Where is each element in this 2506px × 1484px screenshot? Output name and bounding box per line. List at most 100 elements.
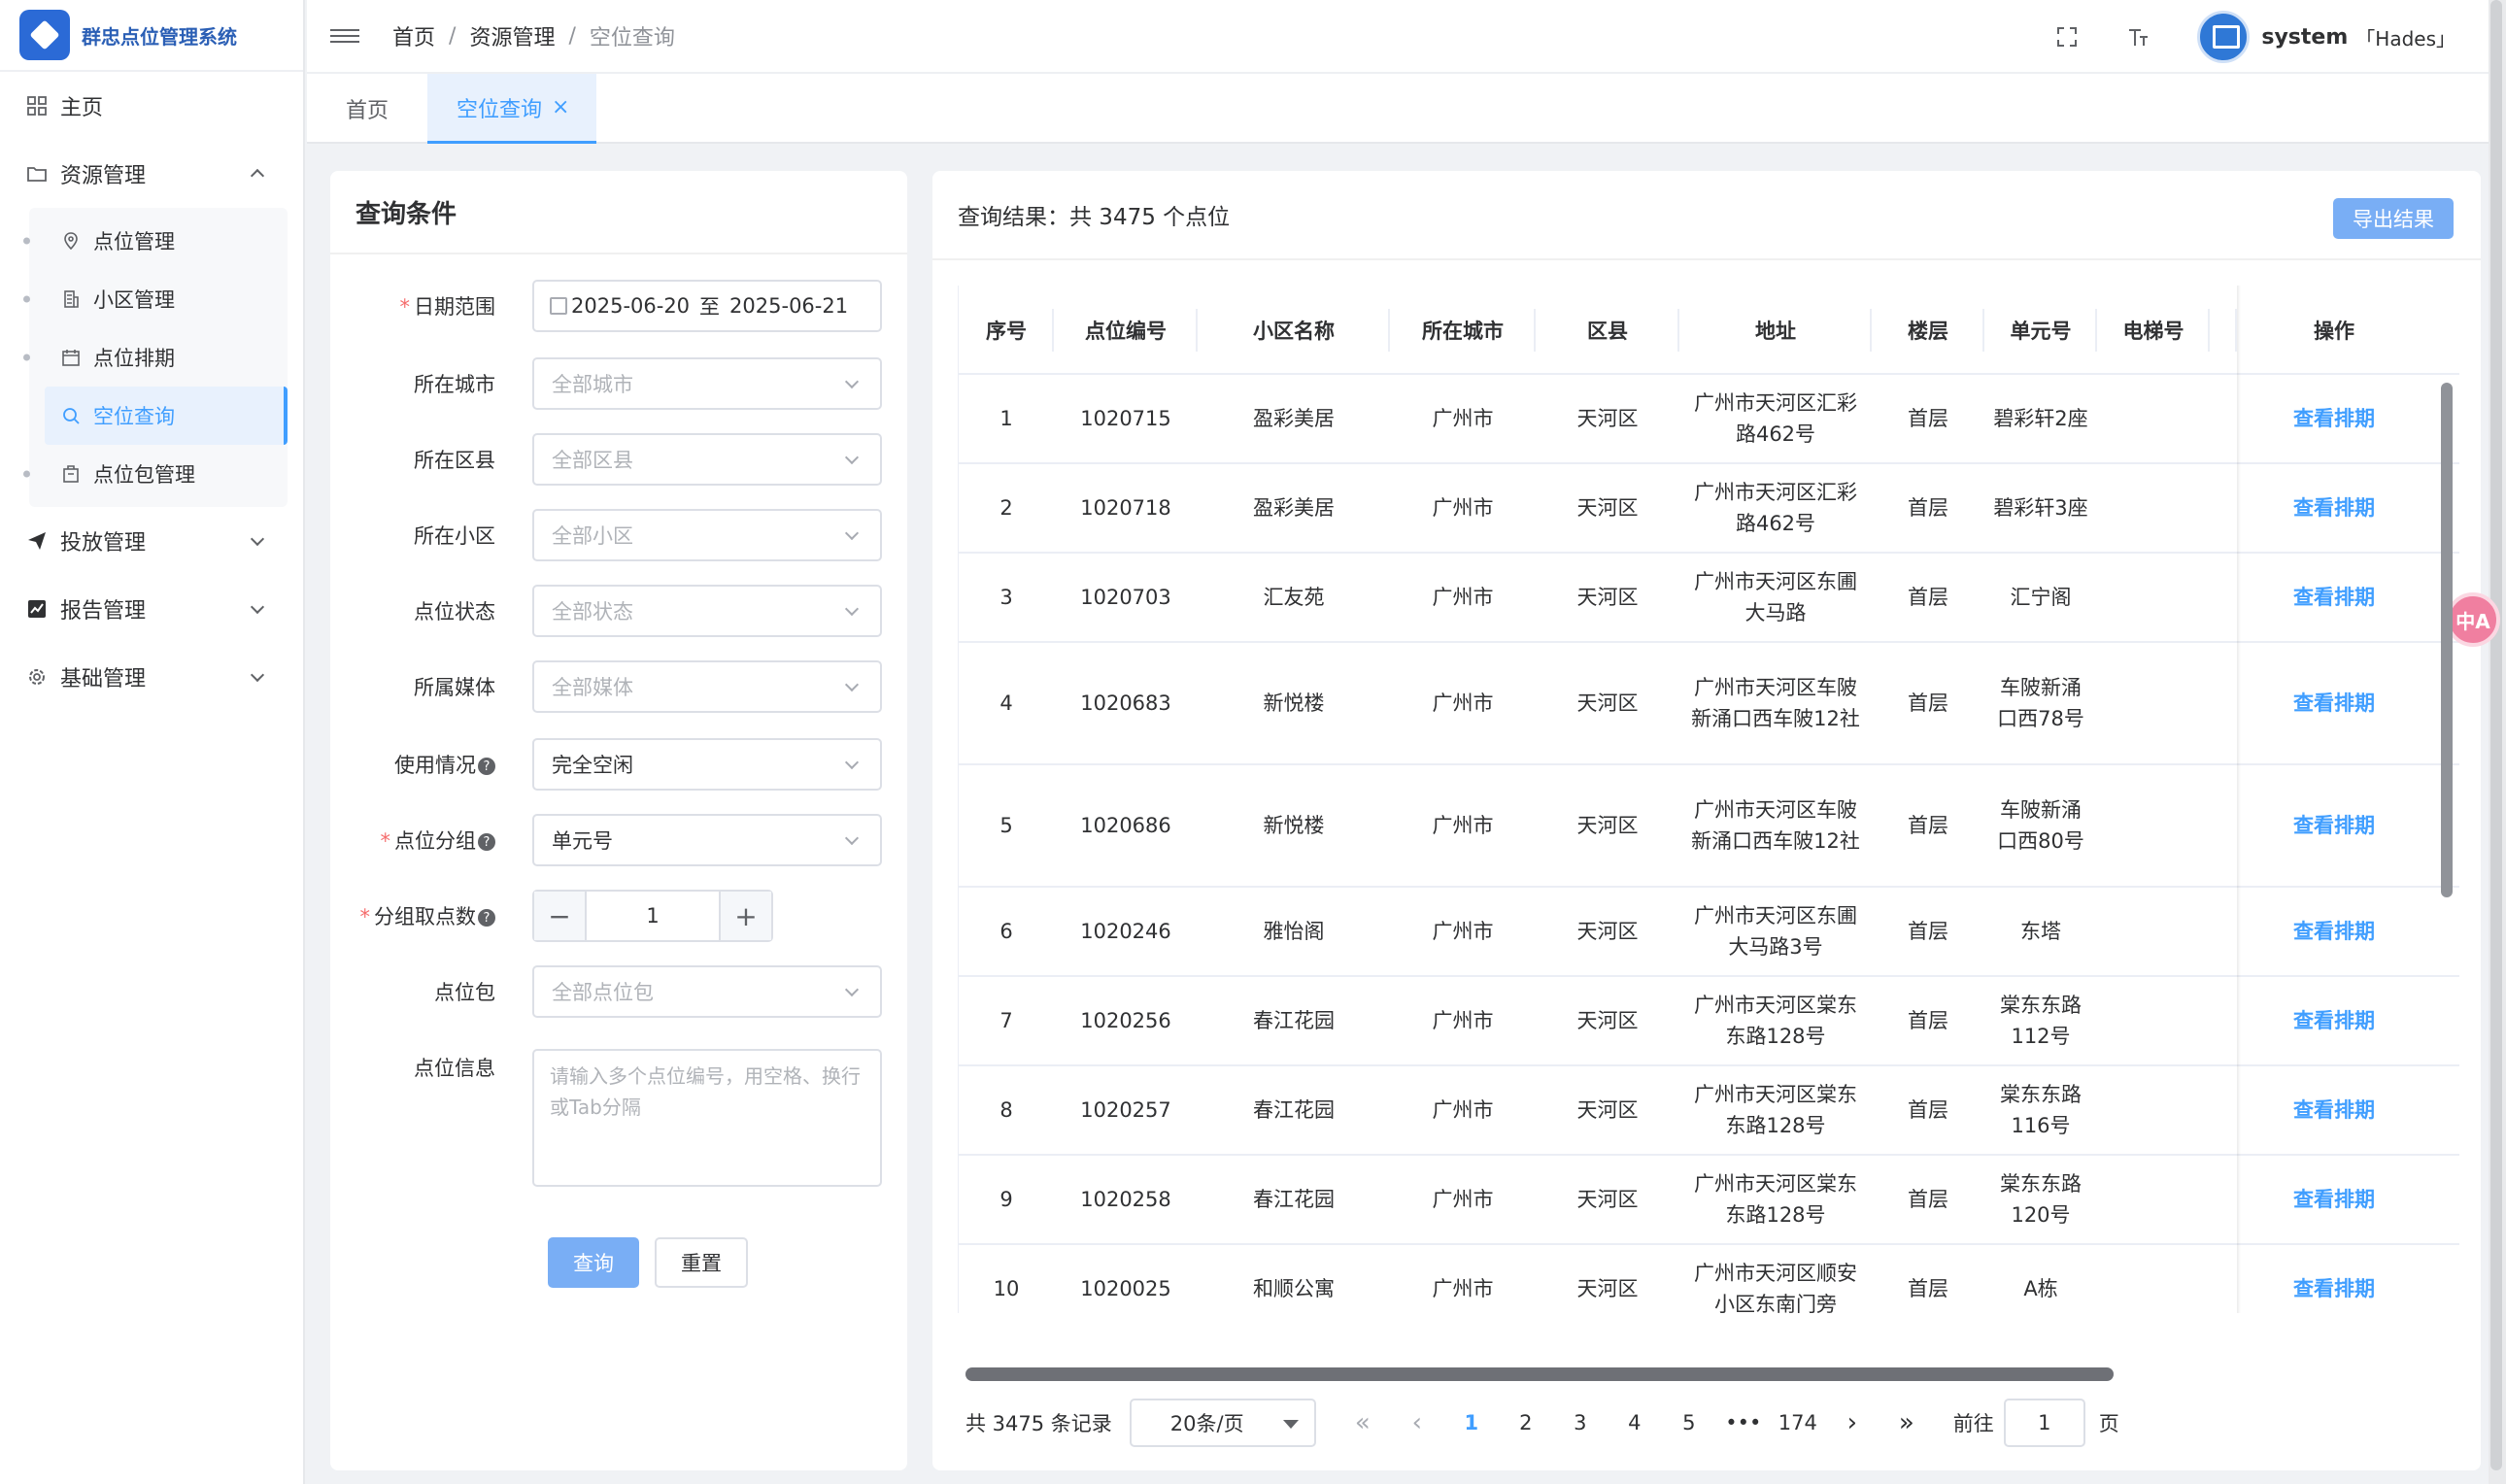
status-placeholder: 全部状态 xyxy=(552,600,633,624)
cell-spacer xyxy=(2210,464,2237,552)
cell-elevator xyxy=(2097,1245,2210,1313)
table-row: 6 1020246 雅怡阁 广州市 天河区 广州市天河区东圃大马路3号 首层 东塔 查看排期 xyxy=(959,888,2459,977)
avatar[interactable] xyxy=(2197,11,2251,63)
col-header-code[interactable]: 点位编号 xyxy=(1054,286,1198,375)
goto-page-input[interactable]: 1 xyxy=(2003,1399,2085,1447)
reset-button[interactable]: 重置 xyxy=(655,1237,748,1288)
font-size-icon[interactable] xyxy=(2125,23,2152,51)
col-header-no[interactable]: 序号 xyxy=(959,286,1054,375)
last-page-icon[interactable]: » xyxy=(1880,1399,1934,1447)
usage-select[interactable]: 完全空闲 xyxy=(532,738,882,791)
col-header-unit[interactable]: 单元号 xyxy=(1984,286,2097,375)
prev-page-icon[interactable]: ‹ xyxy=(1390,1399,1444,1447)
cell-elevator xyxy=(2097,765,2210,886)
col-header-city[interactable]: 所在城市 xyxy=(1390,286,1536,375)
menu-item-basic[interactable]: 基础管理 xyxy=(0,643,303,711)
cell-op[interactable]: 查看排期 xyxy=(2237,375,2431,462)
col-header-floor[interactable]: 楼层 xyxy=(1872,286,1984,375)
page-button[interactable]: 2 xyxy=(1499,1399,1553,1447)
cell-op[interactable]: 查看排期 xyxy=(2237,554,2431,641)
cell-op[interactable]: 查看排期 xyxy=(2237,643,2431,763)
date-start[interactable]: 2025-06-20 xyxy=(571,294,690,318)
tab-home[interactable]: 首页 xyxy=(307,74,427,144)
sidebar-item-schedule[interactable]: 点位排期 xyxy=(29,328,288,387)
date-end[interactable]: 2025-06-21 xyxy=(729,294,848,318)
cell-op[interactable]: 查看排期 xyxy=(2237,765,2431,886)
city-select[interactable]: 全部城市 xyxy=(532,357,882,410)
decrement-button[interactable]: − xyxy=(534,892,587,940)
cell-code: 1020025 xyxy=(1080,1277,1171,1300)
breadcrumb-resource[interactable]: 资源管理 xyxy=(469,20,555,51)
page-button[interactable]: 3 xyxy=(1553,1399,1608,1447)
cell-city: 广州市 xyxy=(1432,691,1494,715)
info-textarea[interactable]: 请输入多个点位编号，用空格、换行或Tab分隔 xyxy=(532,1049,882,1187)
cell-op[interactable]: 查看排期 xyxy=(2237,977,2431,1064)
cell-district: 天河区 xyxy=(1576,496,1639,520)
page-button[interactable]: 4 xyxy=(1608,1399,1662,1447)
help-icon[interactable]: ? xyxy=(478,909,495,927)
col-header-address[interactable]: 地址 xyxy=(1679,286,1872,375)
form-row-count: * 分组取点数? − 1 + xyxy=(330,890,907,942)
city-label: 所在城市 xyxy=(414,373,495,396)
page-scrollbar[interactable] xyxy=(2490,0,2502,1470)
breadcrumb-home[interactable]: 首页 xyxy=(392,20,435,51)
sidebar-item-package[interactable]: 点位包管理 xyxy=(29,445,288,503)
help-icon[interactable]: ? xyxy=(478,833,495,851)
date-range-picker[interactable]: 2025-06-20 至 2025-06-21 xyxy=(532,280,882,332)
page-size-select[interactable]: 20条/页 xyxy=(1129,1399,1316,1447)
menu-item-resource[interactable]: 资源管理 xyxy=(0,140,303,208)
stepper-value[interactable]: 1 xyxy=(587,892,719,940)
district-select[interactable]: 全部区县 xyxy=(532,433,882,486)
more-pages-icon[interactable]: ••• xyxy=(1716,1399,1771,1447)
sidebar-item-community[interactable]: 小区管理 xyxy=(29,270,288,328)
menu-label-basic: 基础管理 xyxy=(60,667,147,691)
cell-spacer xyxy=(2210,1156,2237,1243)
tab-label: 空位查询 xyxy=(457,97,543,122)
chevron-down-icon xyxy=(844,601,860,617)
menu-item-delivery[interactable]: 投放管理 xyxy=(0,507,303,575)
user-role[interactable]: 「Hades」 xyxy=(2355,23,2455,51)
tab-vacancy-query[interactable]: 空位查询 × xyxy=(427,74,597,144)
fullscreen-icon[interactable] xyxy=(2053,23,2081,51)
cell-op[interactable]: 查看排期 xyxy=(2237,888,2431,975)
required-mark: * xyxy=(399,295,411,319)
goto-label: 前往 xyxy=(1952,1412,1994,1435)
first-page-icon[interactable]: « xyxy=(1336,1399,1390,1447)
vertical-scrollbar[interactable] xyxy=(2441,383,2453,897)
page-button[interactable]: 5 xyxy=(1662,1399,1716,1447)
page-button[interactable]: 1 xyxy=(1444,1399,1499,1447)
cell-spacer xyxy=(2210,888,2237,975)
page-button-last[interactable]: 174 xyxy=(1771,1399,1825,1447)
menu-label-delivery: 投放管理 xyxy=(60,531,147,556)
package-select[interactable]: 全部点位包 xyxy=(532,965,882,1018)
media-select[interactable]: 全部媒体 xyxy=(532,660,882,713)
community-select[interactable]: 全部小区 xyxy=(532,509,882,561)
close-icon[interactable]: × xyxy=(552,95,569,119)
cell-op[interactable]: 查看排期 xyxy=(2237,1066,2431,1154)
cell-op[interactable]: 查看排期 xyxy=(2237,1156,2431,1243)
cell-city: 广州市 xyxy=(1432,814,1494,837)
group-select[interactable]: 单元号 xyxy=(532,814,882,866)
menu-item-home[interactable]: 主页 xyxy=(0,72,303,140)
sidebar-item-location[interactable]: 点位管理 xyxy=(29,212,288,270)
cell-op[interactable]: 查看排期 xyxy=(2237,1245,2431,1313)
menu-item-report[interactable]: 报告管理 xyxy=(0,575,303,643)
query-button[interactable]: 查询 xyxy=(548,1237,639,1288)
cell-op[interactable]: 查看排期 xyxy=(2237,464,2431,552)
gear-icon xyxy=(25,665,49,689)
status-select[interactable]: 全部状态 xyxy=(532,585,882,637)
collapse-menu-icon[interactable] xyxy=(330,25,359,47)
next-page-icon[interactable]: › xyxy=(1825,1399,1880,1447)
sidebar-item-vacancy-query[interactable]: 空位查询 xyxy=(45,387,288,445)
horizontal-scrollbar[interactable] xyxy=(965,1367,2114,1381)
export-button[interactable]: 导出结果 xyxy=(2333,198,2454,239)
user-name[interactable]: system xyxy=(2261,25,2348,50)
increment-button[interactable]: + xyxy=(719,892,771,940)
col-header-district[interactable]: 区县 xyxy=(1536,286,1679,375)
translate-icon[interactable]: 中A xyxy=(2446,592,2500,647)
col-header-community[interactable]: 小区名称 xyxy=(1198,286,1390,375)
help-icon[interactable]: ? xyxy=(478,758,495,775)
logo[interactable]: 群忠点位管理系统 xyxy=(0,0,303,72)
col-header-elevator[interactable]: 电梯号 xyxy=(2097,286,2210,375)
calendar-icon xyxy=(550,297,567,315)
